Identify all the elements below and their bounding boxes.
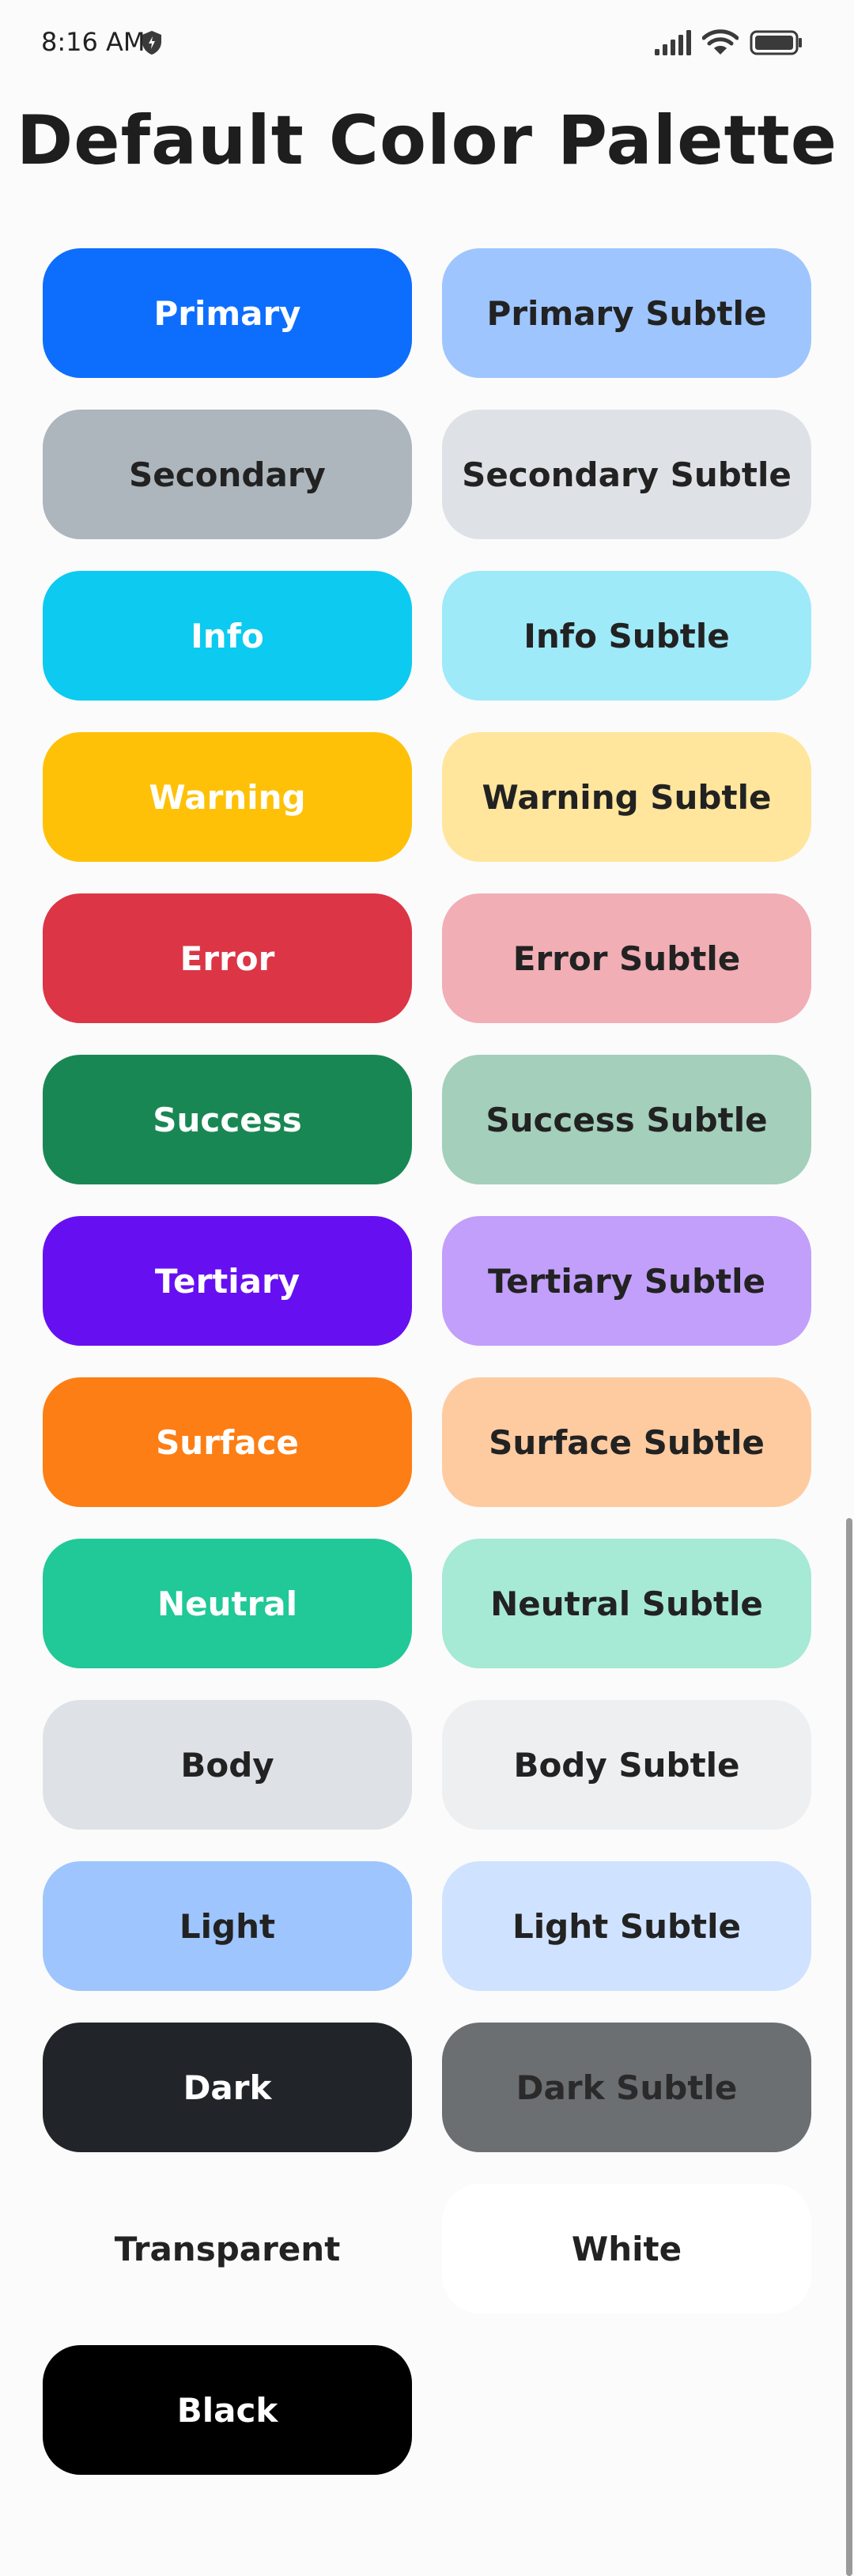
swatch-primary-subtle[interactable]: Primary Subtle xyxy=(442,248,811,378)
swatch-light-subtle[interactable]: Light Subtle xyxy=(442,1861,811,1991)
swatch-light[interactable]: Light xyxy=(43,1861,412,1991)
swatch-secondary[interactable]: Secondary xyxy=(43,410,412,539)
page-title: Default Color Palette xyxy=(16,101,838,180)
swatch-black[interactable]: Black xyxy=(43,2345,412,2475)
scrollbar[interactable] xyxy=(846,1518,852,2576)
color-swatch-grid: Primary Primary Subtle Secondary Secondary … xyxy=(43,248,811,2475)
swatch-error-subtle[interactable]: Error Subtle xyxy=(442,893,811,1023)
swatch-tertiary-subtle[interactable]: Tertiary Subtle xyxy=(442,1216,811,1346)
swatch-neutral-subtle[interactable]: Neutral Subtle xyxy=(442,1539,811,1668)
swatch-info-subtle[interactable]: Info Subtle xyxy=(442,571,811,701)
signal-icon xyxy=(655,30,691,55)
swatch-info[interactable]: Info xyxy=(43,571,412,701)
swatch-body-subtle[interactable]: Body Subtle xyxy=(442,1700,811,1830)
swatch-transparent[interactable]: Transparent xyxy=(43,2184,412,2313)
swatch-secondary-subtle[interactable]: Secondary Subtle xyxy=(442,410,811,539)
swatch-body[interactable]: Body xyxy=(43,1700,412,1830)
swatch-warning-subtle[interactable]: Warning Subtle xyxy=(442,732,811,862)
swatch-tertiary[interactable]: Tertiary xyxy=(43,1216,412,1346)
swatch-dark[interactable]: Dark xyxy=(43,2023,412,2152)
wifi-icon xyxy=(702,29,739,55)
swatch-white[interactable]: White xyxy=(442,2184,811,2313)
status-bar: 8:16 AM xyxy=(0,0,854,87)
status-icons xyxy=(653,28,803,57)
swatch-error[interactable]: Error xyxy=(43,893,412,1023)
battery-icon xyxy=(750,30,802,55)
swatch-surface-subtle[interactable]: Surface Subtle xyxy=(442,1377,811,1507)
status-time: 8:16 AM xyxy=(41,27,145,57)
shield-icon xyxy=(142,31,161,55)
swatch-primary[interactable]: Primary xyxy=(43,248,412,378)
swatch-dark-subtle[interactable]: Dark Subtle xyxy=(442,2023,811,2152)
swatch-success-subtle[interactable]: Success Subtle xyxy=(442,1055,811,1184)
swatch-success[interactable]: Success xyxy=(43,1055,412,1184)
swatch-surface[interactable]: Surface xyxy=(43,1377,412,1507)
swatch-neutral[interactable]: Neutral xyxy=(43,1539,412,1668)
swatch-warning[interactable]: Warning xyxy=(43,732,412,862)
